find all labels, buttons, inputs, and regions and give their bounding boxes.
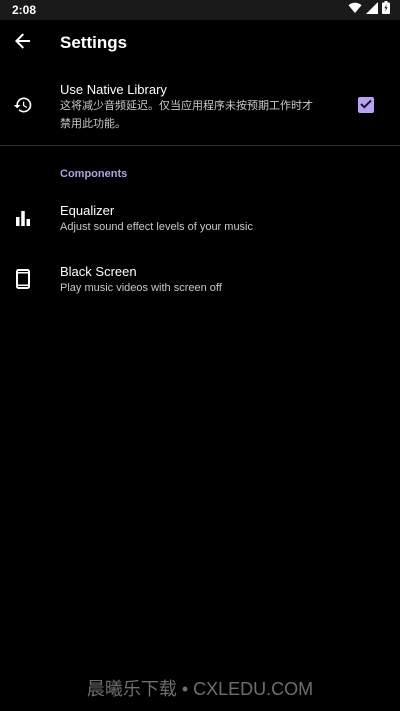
native-library-summary-line1: 这将减少音频延迟。仅当应用程序未按预期工作时才 [60, 100, 313, 112]
equalizer-preference[interactable]: Equalizer Adjust sound effect levels of … [0, 194, 400, 244]
phone-icon [12, 268, 34, 290]
status-bar: 2:08 [0, 0, 400, 20]
equalizer-title: Equalizer [60, 203, 115, 218]
black-screen-title: Black Screen [60, 264, 137, 279]
native-library-preference[interactable]: Use Native Library 这将减少音频延迟。仅当应用程序未按预期工作… [0, 72, 400, 140]
wifi-icon [348, 1, 362, 19]
equalizer-summary: Adjust sound effect levels of your music [60, 221, 254, 233]
native-library-checkbox[interactable] [358, 97, 374, 113]
native-library-title: Use Native Library [60, 82, 167, 97]
page-title: Settings [60, 33, 128, 52]
black-screen-preference[interactable]: Black Screen Play music videos with scre… [0, 255, 400, 305]
signal-icon [366, 1, 378, 19]
black-screen-summary: Play music videos with screen off [60, 282, 222, 294]
battery-icon [382, 1, 390, 19]
arrow-back-icon [15, 32, 31, 54]
components-category-header: Components [60, 168, 128, 180]
check-icon [360, 96, 372, 114]
back-button[interactable] [10, 30, 36, 56]
toolbar: Settings [0, 20, 400, 66]
status-time: 2:08 [12, 3, 37, 17]
equalizer-icon [12, 207, 34, 229]
divider [0, 145, 400, 146]
watermark: 晨曦乐下载 • CXLEDU.COM [86, 679, 314, 699]
status-icons [348, 1, 390, 19]
history-icon [12, 94, 34, 116]
native-library-summary-line2: 禁用此功能。 [60, 118, 126, 130]
